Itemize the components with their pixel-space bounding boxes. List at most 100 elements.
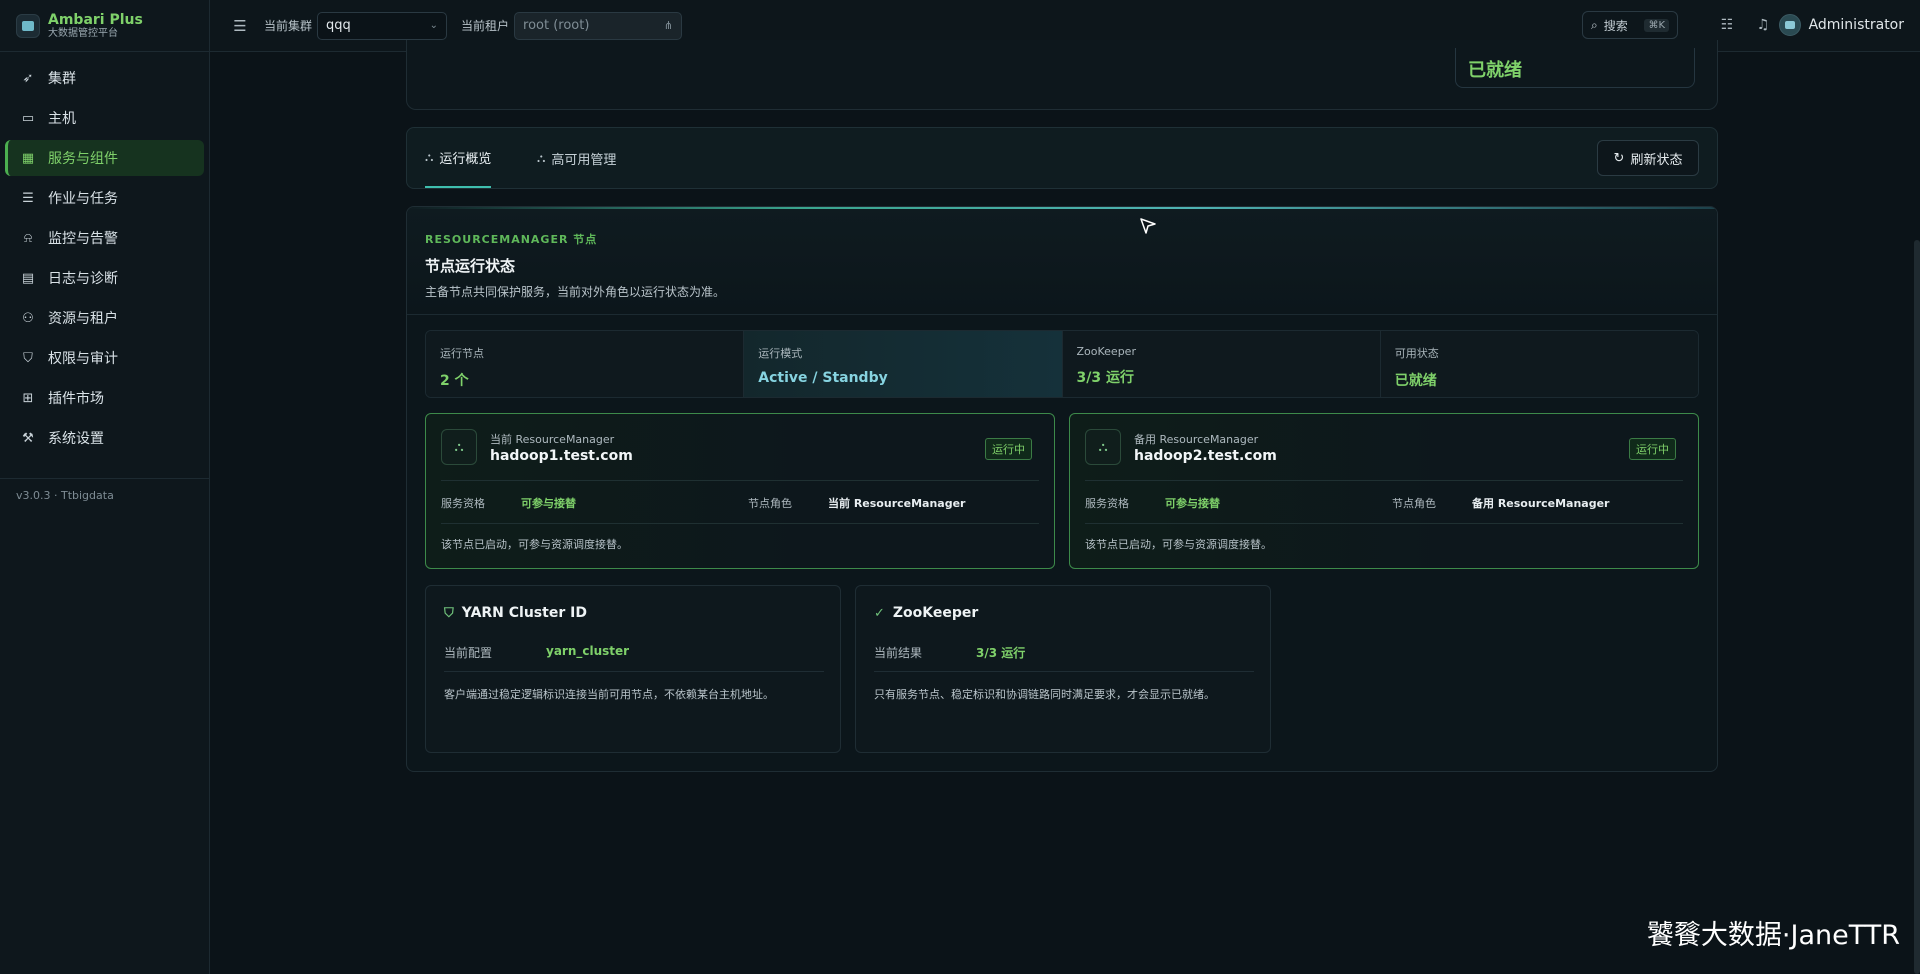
- sidebar-item-label: 插件市场: [48, 391, 104, 407]
- status-badge: 运行中: [1629, 438, 1676, 460]
- status-badge: 运行中: [985, 438, 1032, 460]
- cluster-select-value: qqq: [326, 18, 351, 33]
- brand[interactable]: Ambari Plus 大数据管控平台: [0, 0, 209, 52]
- node-status-panel: RESOURCEMANAGER 节点 节点运行状态 主备节点共同保护服务，当前对…: [406, 206, 1718, 772]
- sidebar-item-services[interactable]: ▦ 服务与组件: [5, 140, 204, 176]
- eligibility-label: 服务资格: [1085, 497, 1129, 510]
- monitor-icon: ▭: [21, 110, 35, 126]
- sidebar-nav: ➶ 集群 ▭ 主机 ▦ 服务与组件 ☰ 作业与任务 ⍾ 监控与告警 ▤ 日志与诊…: [0, 52, 209, 468]
- info-title-text: ZooKeeper: [892, 605, 979, 621]
- role-label: 节点角色: [1392, 497, 1436, 510]
- stat-value: 2 个: [440, 373, 469, 389]
- node-subtitle: 当前 ResourceManager: [490, 433, 615, 446]
- user-name: Administrator: [1808, 17, 1904, 33]
- wrench-icon: ⚒: [22, 430, 34, 446]
- stat-label: 运行模式: [758, 347, 803, 360]
- plugin-icon: ⊞: [22, 390, 34, 406]
- sidebar-item-logs[interactable]: ▤ 日志与诊断: [5, 260, 204, 296]
- rocket-icon: ➶: [22, 70, 34, 86]
- menu-toggle-icon[interactable]: ☰: [232, 17, 248, 35]
- sidebar-item-permissions[interactable]: ⛉ 权限与审计: [5, 340, 204, 376]
- stat-value: 3/3 运行: [1076, 370, 1134, 386]
- node-details: 服务资格 可参与接替 节点角色 当前 ResourceManager: [441, 480, 1039, 524]
- task-list-icon[interactable]: ☷: [1718, 16, 1736, 34]
- sidebar-item-label: 主机: [48, 111, 76, 127]
- info-value: yarn_cluster: [546, 644, 630, 658]
- sidebar-item-plugins[interactable]: ⊞ 插件市场: [5, 380, 204, 416]
- info-title-text: YARN Cluster ID: [461, 605, 587, 621]
- tenant-label: 当前租户: [461, 19, 510, 33]
- eligibility-value: 可参与接替: [1165, 497, 1220, 510]
- chevron-down-icon: ⌄: [429, 20, 439, 31]
- version-label: v3.0.3 · Ttbigdata: [0, 478, 209, 512]
- info-row: 当前结果 3/3 运行: [874, 632, 1254, 672]
- tab-label: 运行概览: [439, 151, 492, 167]
- sidebar-item-resources[interactable]: ⚇ 资源与租户: [5, 300, 204, 336]
- stat-value: Active / Standby: [758, 370, 888, 386]
- sidebar-item-label: 系统设置: [48, 431, 104, 447]
- yarn-cluster-id-card: ⛉ YARN Cluster ID 当前配置 yarn_cluster 客户端通…: [425, 585, 841, 753]
- sidebar: Ambari Plus 大数据管控平台 ➶ 集群 ▭ 主机 ▦ 服务与组件 ☰ …: [0, 0, 210, 974]
- node-hostname: hadoop1.test.com: [490, 448, 633, 464]
- log-icon: ▤: [21, 270, 35, 286]
- tab-bar: ⛬ 运行概览 ⛬ 高可用管理 ↻ 刷新状态: [406, 127, 1718, 189]
- search-shortcut: ⌘K: [1644, 18, 1669, 32]
- page-scrollbar[interactable]: [1914, 240, 1920, 974]
- node-details: 服务资格 可参与接替 节点角色 备用 ResourceManager: [1085, 480, 1683, 524]
- node-note: 该节点已启动，可参与资源调度接替。: [1085, 538, 1272, 551]
- tenant-value: root (root): [523, 18, 590, 33]
- user-menu[interactable]: Administrator: [1778, 14, 1904, 36]
- node-hostname: hadoop2.test.com: [1134, 448, 1277, 464]
- node-card-active: ⛬ 当前 ResourceManager hadoop1.test.com 运行…: [425, 413, 1055, 569]
- watermark: 饕餮大数据·JaneTTR: [1646, 920, 1900, 951]
- search-button[interactable]: ⌕ 搜索 ⌘K: [1582, 11, 1678, 39]
- cluster-select[interactable]: qqq ⌄: [317, 11, 448, 40]
- tenant-field: root (root) ⋔: [514, 11, 683, 40]
- service-summary-card: 已就绪: [406, 40, 1718, 110]
- panel-eyebrow: RESOURCEMANAGER 节点: [425, 233, 598, 246]
- eligibility-label: 服务资格: [441, 497, 485, 510]
- tab-ha-management[interactable]: ⛬ 高可用管理: [537, 128, 616, 188]
- sidebar-item-label: 服务与组件: [48, 151, 118, 167]
- sidebar-item-jobs[interactable]: ☰ 作业与任务: [5, 180, 204, 216]
- info-label: 当前配置: [444, 646, 493, 660]
- node-topology-icon: ⛬: [441, 429, 477, 465]
- bell-icon[interactable]: ♫: [1754, 16, 1772, 34]
- node-note: 该节点已启动，可参与资源调度接替。: [441, 538, 628, 551]
- panel-accent-line: [407, 207, 1717, 209]
- eligibility-value: 可参与接替: [521, 497, 576, 510]
- role-label: 节点角色: [748, 497, 792, 510]
- refresh-status-button[interactable]: ↻ 刷新状态: [1597, 140, 1699, 176]
- zookeeper-card: ✓ ZooKeeper 当前结果 3/3 运行 只有服务节点、稳定标识和协调链路…: [855, 585, 1271, 753]
- search-icon: ⌕: [1591, 17, 1598, 32]
- stat-label: ZooKeeper: [1076, 345, 1136, 358]
- panel-description: 主备节点共同保护服务，当前对外角色以运行状态为准。: [425, 285, 726, 299]
- info-row: 当前配置 yarn_cluster: [444, 632, 824, 672]
- avatar: [1778, 14, 1801, 36]
- shield-check-icon: ⛉: [444, 605, 454, 621]
- network-icon: ⛬: [537, 150, 546, 165]
- stat-label: 可用状态: [1394, 347, 1439, 360]
- topology-icon: ⛬: [425, 149, 434, 164]
- search-label: 搜索: [1603, 18, 1628, 33]
- sidebar-item-label: 作业与任务: [48, 191, 118, 207]
- info-note: 只有服务节点、稳定标识和协调链路同时满足要求，才会显示已就绪。: [874, 688, 1215, 701]
- sidebar-item-hosts[interactable]: ▭ 主机: [5, 100, 204, 136]
- cluster-label: 当前集群: [264, 19, 313, 33]
- shield-icon: ⛉: [23, 350, 33, 366]
- sidebar-item-cluster[interactable]: ➶ 集群: [5, 60, 204, 96]
- panel-title: 节点运行状态: [425, 257, 516, 275]
- sidebar-item-settings[interactable]: ⚒ 系统设置: [5, 420, 204, 456]
- sidebar-item-label: 权限与审计: [48, 351, 118, 367]
- ready-status: 已就绪: [1455, 48, 1695, 88]
- sidebar-item-monitoring[interactable]: ⍾ 监控与告警: [5, 220, 204, 256]
- sidebar-item-label: 日志与诊断: [48, 271, 118, 287]
- tab-overview[interactable]: ⛬ 运行概览: [425, 128, 492, 188]
- stat-zookeeper: ZooKeeper 3/3 运行: [1062, 331, 1381, 397]
- node-topology-icon: ⛬: [1085, 429, 1121, 465]
- role-value: 备用 ResourceManager: [1472, 497, 1610, 510]
- info-value: 3/3 运行: [976, 646, 1026, 660]
- brand-subtitle: 大数据管控平台: [48, 27, 118, 39]
- info-note: 客户端通过稳定逻辑标识连接当前可用节点，不依赖某台主机地址。: [444, 688, 774, 701]
- info-title: ⛉ YARN Cluster ID: [444, 605, 587, 621]
